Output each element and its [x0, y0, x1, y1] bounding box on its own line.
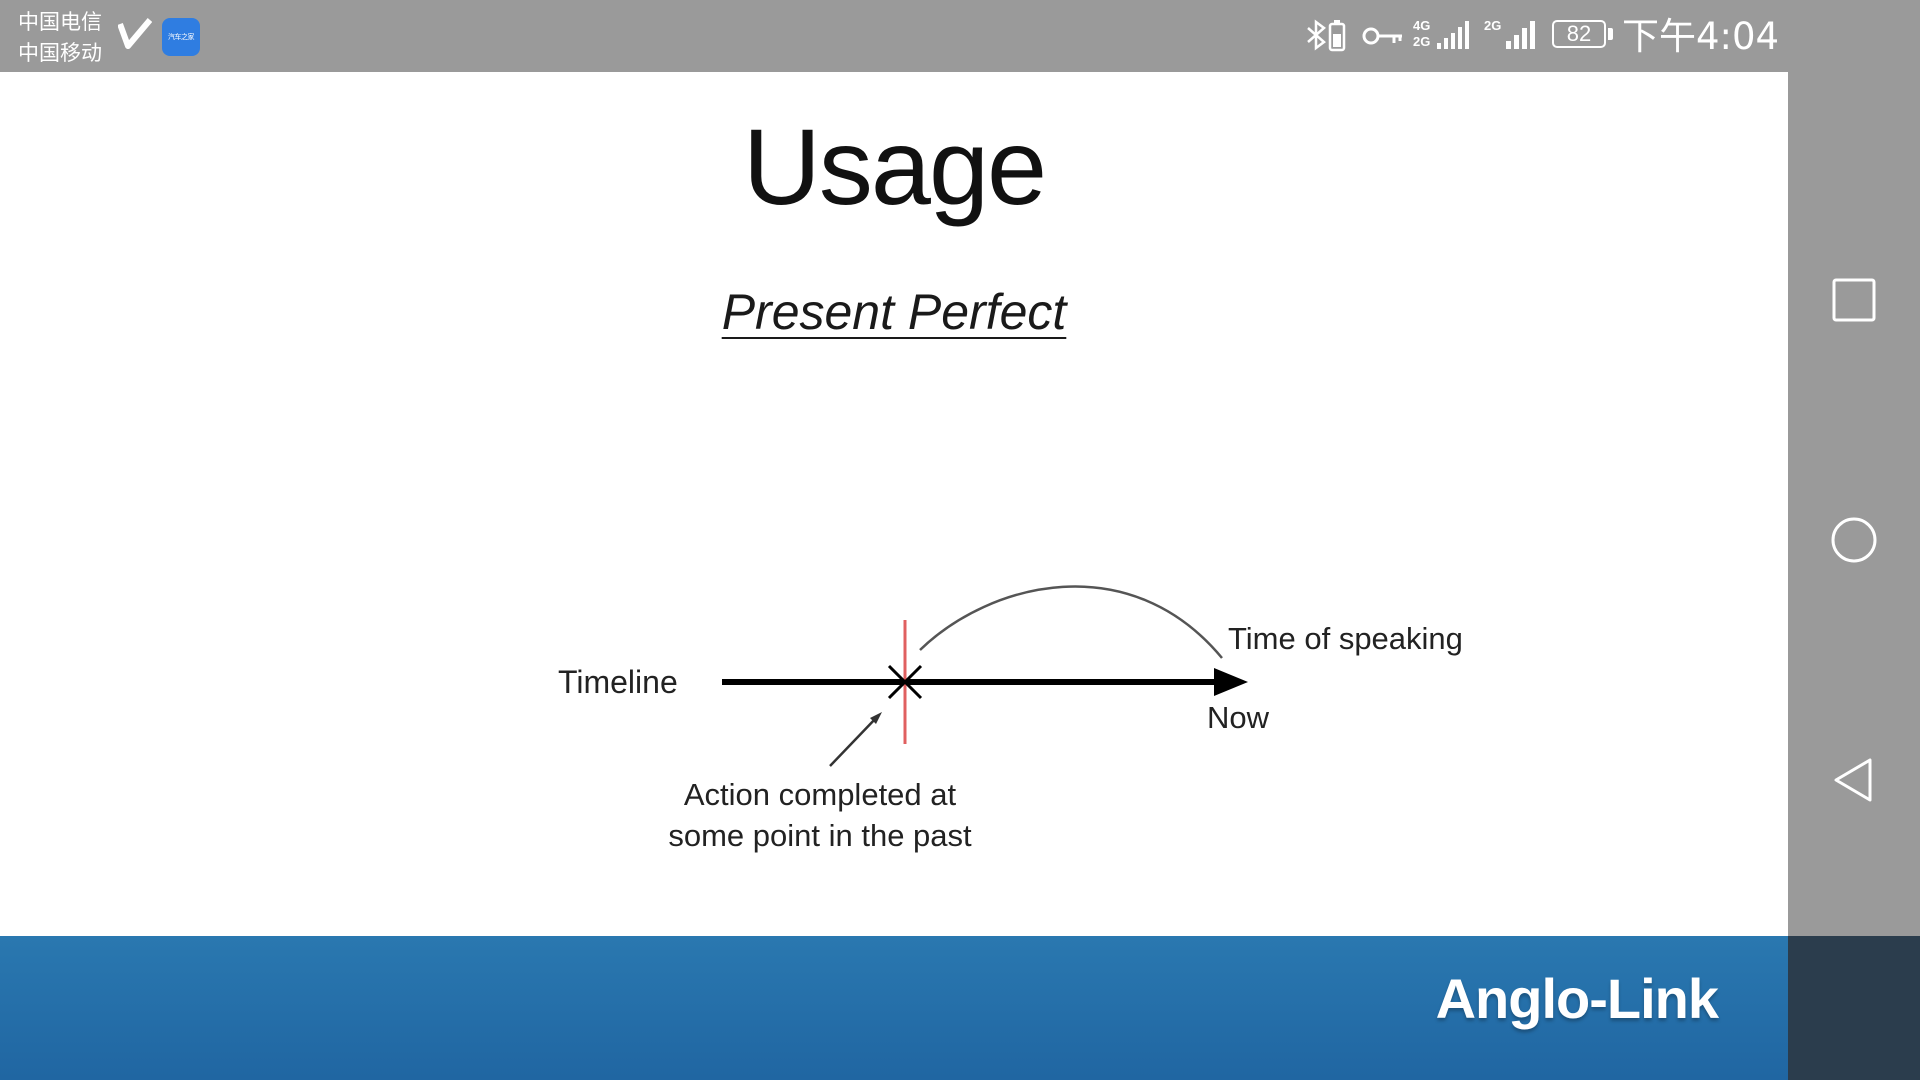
now-label: Now [1207, 700, 1270, 735]
time-span-arc [919, 585, 1223, 659]
footer-band: Anglo-Link [0, 936, 1788, 1080]
slide: Usage Present Perfect Timeline Time of s… [0, 72, 1788, 1080]
anglo-link-logo: Anglo-Link [1435, 967, 1719, 1030]
battery-cap [1608, 28, 1613, 40]
timeline-arrowhead [1214, 668, 1248, 696]
action-label-line-2: some point in the past [668, 818, 972, 853]
timeline-diagram: Timeline Time of speaking Now Action com… [558, 585, 1463, 853]
action-pointer-line [829, 716, 878, 767]
back-icon[interactable] [1830, 756, 1878, 804]
timeline-label: Timeline [558, 664, 678, 700]
recent-apps-icon[interactable] [1830, 276, 1878, 324]
home-icon[interactable] [1830, 516, 1878, 564]
signal-2g-icon: 2G [1484, 17, 1544, 55]
status-clock: 下午4:04 [1622, 15, 1780, 58]
action-label-line-1: Action completed at [684, 777, 957, 812]
key-icon [1362, 27, 1402, 45]
carrier-label-1: 中国电信 [18, 10, 102, 34]
nav-bar-bottom-shade [1788, 936, 1920, 1080]
signal-4g-icon: 4G 2G [1413, 17, 1475, 55]
bluetooth-battery-icon [1307, 19, 1346, 52]
v-check-icon [118, 18, 152, 49]
time-of-speaking-label: Time of speaking [1228, 621, 1463, 656]
status-bar: 中国电信 中国移动 汽车之家 4G 2G 2G 82 下午4:04 [0, 0, 1788, 72]
app-notification-icon: 汽车之家 [162, 18, 200, 56]
navigation-bar [1788, 72, 1920, 1080]
battery-icon: 82 [1552, 20, 1606, 48]
carrier-label-2: 中国移动 [18, 41, 102, 65]
